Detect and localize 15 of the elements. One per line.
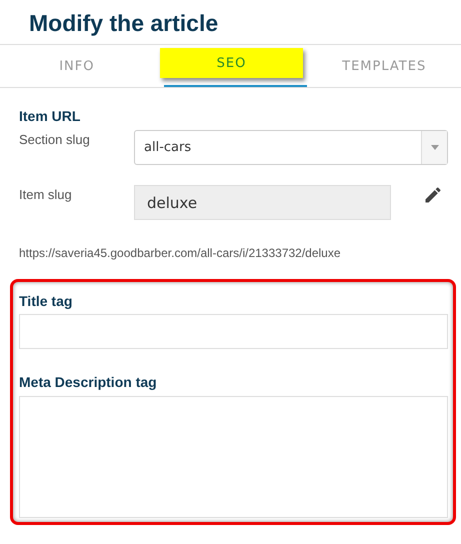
meta-description-field[interactable]	[19, 396, 448, 518]
caret-icon	[430, 145, 438, 150]
page-title: Modify the article	[28, 9, 220, 38]
tab[interactable]: INFO	[0, 45, 154, 87]
section-heading: Item URL	[19, 108, 82, 124]
field-label: Item slug	[19, 186, 73, 202]
section-slug-select[interactable]: all-cars	[134, 130, 448, 165]
tab[interactable]: SEO	[160, 48, 304, 78]
field-label: Title tag	[19, 293, 74, 309]
pencil-icon[interactable]	[423, 185, 443, 205]
tab[interactable]: TEMPLATES	[307, 45, 461, 87]
title-tag-field[interactable]	[19, 314, 448, 349]
field-label: Section slug	[19, 131, 91, 147]
item-url-text: https://saveria45.goodbarber.com/all-cars/i/21333732/deluxe	[19, 246, 342, 260]
field-label: Meta Description tag	[19, 374, 158, 390]
